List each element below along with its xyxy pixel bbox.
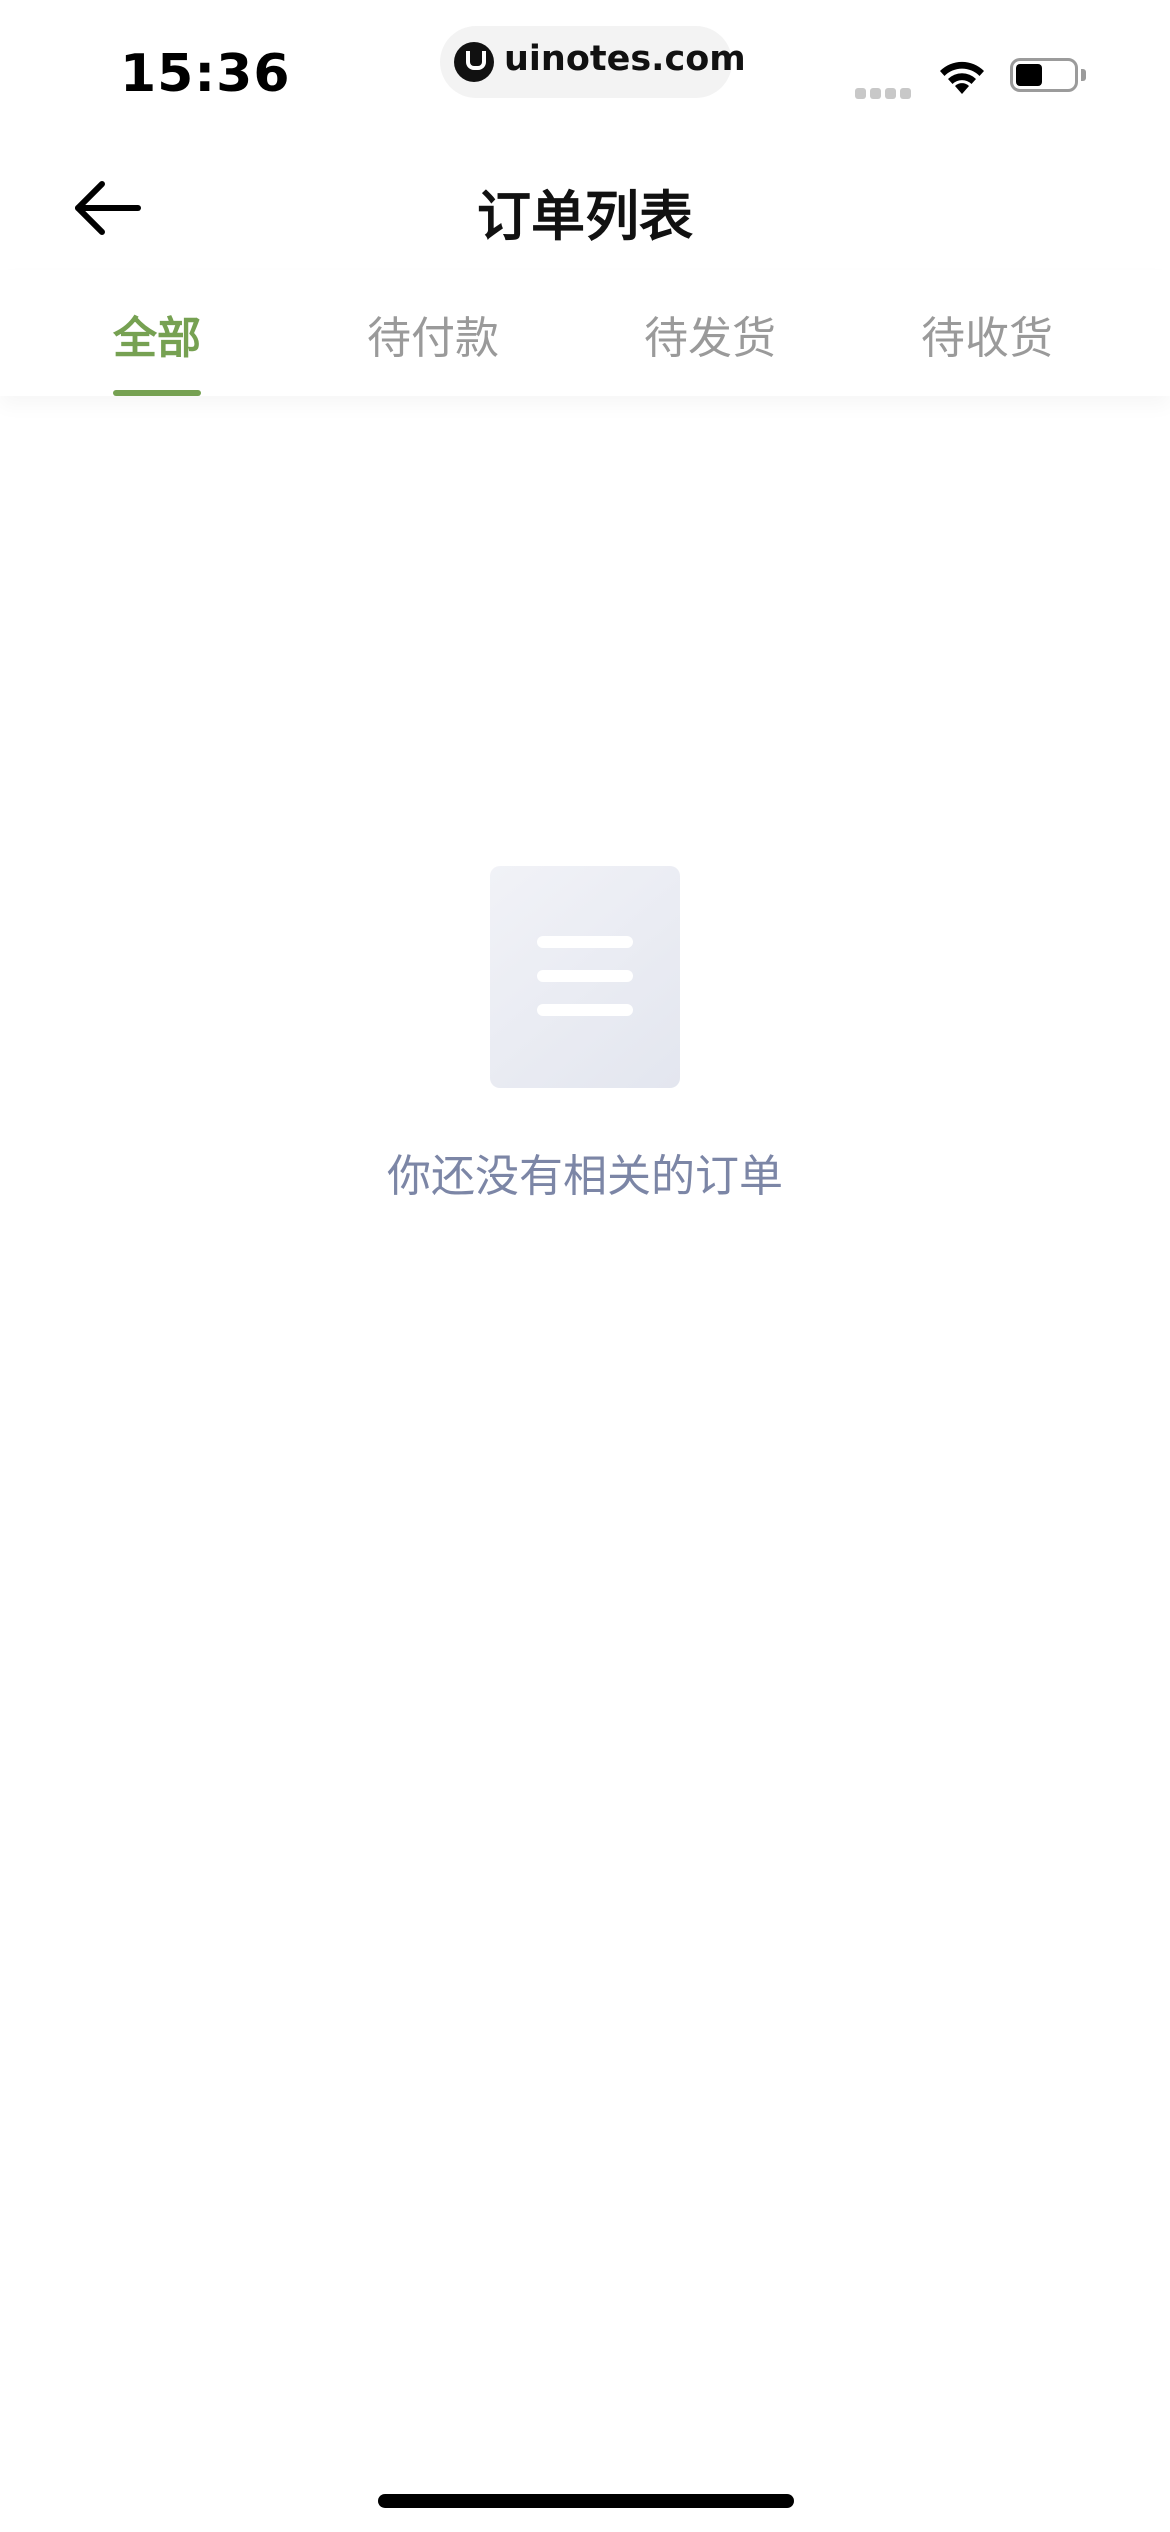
tab-pending-payment[interactable]: 待付款 (333, 302, 533, 396)
signal-icon (855, 84, 917, 99)
tab-bar: 全部 待付款 待发货 待收货 (0, 270, 1170, 396)
url-pill[interactable]: uinotes.com (440, 26, 746, 98)
wifi-icon (940, 61, 984, 94)
battery-icon (1010, 58, 1090, 96)
active-tab-indicator (113, 390, 201, 396)
status-time: 15:36 (120, 44, 291, 104)
page-title: 订单列表 (477, 185, 693, 248)
home-indicator[interactable] (378, 2494, 794, 2508)
site-logo-icon (454, 42, 494, 82)
tab-label: 全部 (113, 313, 201, 364)
url-text: uinotes.com (504, 39, 746, 79)
document-icon (490, 866, 680, 1088)
empty-state-message: 你还没有相关的订单 (387, 1151, 783, 1202)
tab-label: 待发货 (644, 313, 776, 364)
tab-pending-receipt[interactable]: 待收货 (887, 302, 1087, 396)
tab-pending-shipment[interactable]: 待发货 (610, 302, 810, 396)
status-bar: 15:36 uinotes.com (0, 0, 1170, 140)
nav-bar: 订单列表 (0, 140, 1170, 270)
tab-label: 待收货 (921, 313, 1053, 364)
tab-all[interactable]: 全部 (57, 302, 257, 396)
tab-label: 待付款 (367, 313, 499, 364)
order-list-screen: 15:36 uinotes.com 订单列表 全部 待付款 待发货 待收货 你还… (0, 0, 1170, 2532)
